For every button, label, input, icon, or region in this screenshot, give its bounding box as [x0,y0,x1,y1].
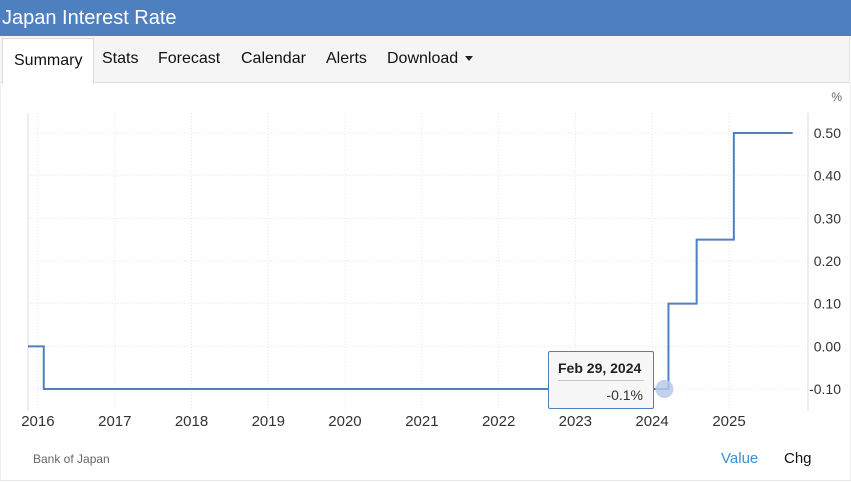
y-tick-label: 0.30 [814,210,841,226]
x-tick-label: 2024 [635,413,668,430]
tooltip-date: Feb 29, 2024 [558,360,642,376]
x-tick-label: 2016 [21,413,54,430]
y-tick-label: 0.10 [814,296,841,312]
y-unit-label: % [831,90,842,104]
y-tick-label: 0.20 [814,253,841,269]
y-tick-label: -0.10 [809,381,841,397]
tooltip: Feb 29, 2024 -0.1% [548,351,654,409]
chart: 2016 2017 2018 2019 2020 2021 2022 2023 2024 2025… [21,90,842,430]
x-tick-label: 2023 [559,413,592,430]
x-tick-label: 2025 [712,413,745,430]
highlight-marker [655,380,674,398]
y-axis: 0.50 0.40 0.30 0.20 0.10 0.00 -0.10 [809,125,841,397]
value-toggle[interactable]: Value [721,450,758,467]
x-tick-label: 2018 [175,413,208,430]
x-tick-label: 2019 [252,413,285,430]
x-tick-label: 2020 [328,413,361,430]
chg-toggle[interactable]: Chg [784,450,812,467]
x-tick-label: 2022 [482,413,515,430]
chart-grid [27,113,809,411]
tooltip-value: -0.1% [606,387,643,403]
y-tick-label: 0.40 [814,168,841,184]
x-axis: 2016 2017 2018 2019 2020 2021 2022 2023 2024 2025 [21,413,746,430]
tooltip-divider [558,380,644,381]
y-tick-label: 0.50 [814,125,841,141]
x-tick-label: 2017 [98,413,131,430]
x-tick-label: 2021 [405,413,438,430]
y-tick-label: 0.00 [814,338,841,354]
source-label: Bank of Japan [33,452,110,466]
